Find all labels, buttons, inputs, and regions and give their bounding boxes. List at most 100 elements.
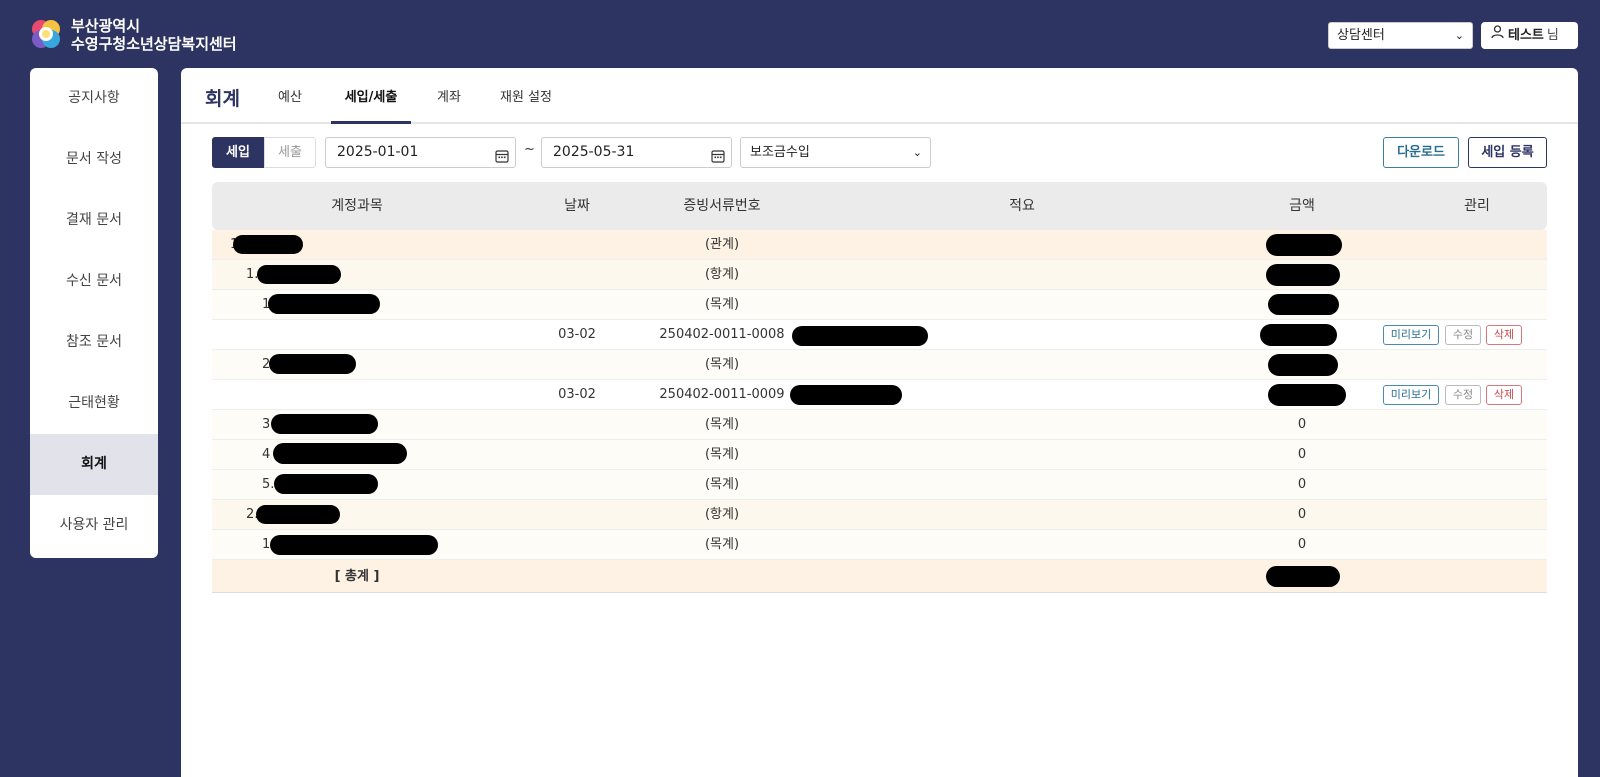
user-name: 테스트	[1508, 28, 1544, 43]
logo	[30, 18, 62, 50]
proof-cell: (목계)	[704, 297, 740, 312]
sidebar-item-notice[interactable]: 공지사항	[30, 68, 158, 129]
redacted-account	[271, 414, 378, 434]
tab-bar: 회계 예산 세입/세출 계좌 재원 설정	[181, 68, 1578, 124]
expense-toggle-button[interactable]: 세출	[264, 137, 316, 168]
amount-cell: 0	[1297, 507, 1307, 522]
proof-cell: (목계)	[704, 357, 740, 372]
sidebar-item-user-management[interactable]: 사용자 관리	[30, 495, 158, 556]
sidebar-item-received-doc[interactable]: 수신 문서	[30, 251, 158, 312]
edit-button[interactable]: 수정	[1445, 325, 1481, 345]
tab-budget[interactable]: 예산	[278, 86, 302, 124]
revenue-type-select[interactable]: 보조금수입 ⌄	[740, 137, 931, 168]
redacted-description	[790, 385, 902, 405]
table-row[interactable]: 1 (목계)	[212, 290, 1547, 320]
header-amount: 금액	[1289, 198, 1315, 214]
table-row[interactable]: 1 (목계) 0	[212, 530, 1547, 560]
amount-cell: 0	[1297, 417, 1307, 432]
table-header: 계정과목 날짜 증빙서류번호 적요 금액 관리	[212, 182, 1547, 230]
tab-income-expense[interactable]: 세입/세출	[331, 86, 411, 124]
proof-cell: (목계)	[704, 537, 740, 552]
center-select[interactable]: 상담센터 ⌄	[1328, 22, 1473, 49]
table-row[interactable]: 5. (목계) 0	[212, 470, 1547, 500]
sidebar: 공지사항 문서 작성 결재 문서 수신 문서 참조 문서 근태현황 회계 사용자…	[30, 68, 158, 558]
page-title: 회계	[205, 88, 240, 110]
redacted-amount	[1268, 354, 1338, 376]
redacted-account	[270, 535, 438, 555]
proof-cell: (목계)	[704, 477, 740, 492]
header-date: 날짜	[564, 198, 590, 214]
redacted-amount	[1268, 294, 1339, 315]
sidebar-item-approval-doc[interactable]: 결재 문서	[30, 190, 158, 251]
redacted-amount	[1268, 384, 1346, 406]
sidebar-item-attendance[interactable]: 근태현황	[30, 373, 158, 434]
sidebar-item-accounting[interactable]: 회계	[30, 434, 158, 495]
proof-cell: (목계)	[704, 417, 740, 432]
start-date-value: 2025-01-01	[337, 144, 419, 160]
start-date-input[interactable]: 2025-01-01	[325, 137, 516, 168]
table-row[interactable]: 1. (항계)	[212, 260, 1547, 290]
end-date-value: 2025-05-31	[553, 144, 635, 160]
main-panel: 회계 예산 세입/세출 계좌 재원 설정 세입 세출 2025-01-01 ~ …	[181, 68, 1578, 777]
org-name: 부산광역시 수영구청소년상담복지센터	[71, 17, 237, 53]
redacted-account	[269, 354, 356, 374]
account-prefix: 5.	[262, 477, 275, 492]
register-income-button[interactable]: 세입 등록	[1468, 137, 1547, 168]
delete-button[interactable]: 삭제	[1486, 325, 1522, 345]
delete-button[interactable]: 삭제	[1486, 385, 1522, 405]
table-row[interactable]: 1 (관계)	[212, 230, 1547, 260]
proof-cell: (관계)	[704, 237, 740, 252]
user-menu-button[interactable]: 테스트 님	[1481, 22, 1578, 49]
header-description: 적요	[1009, 198, 1035, 214]
total-row: [ 총계 ]	[212, 560, 1547, 593]
end-date-input[interactable]: 2025-05-31	[541, 137, 732, 168]
sidebar-item-reference-doc[interactable]: 참조 문서	[30, 312, 158, 373]
header-manage: 관리	[1464, 198, 1490, 214]
proof-cell: 250402-0011-0008	[659, 327, 785, 342]
table-row[interactable]: 03-02 250402-0011-0009 미리보기 수정 삭제	[212, 380, 1547, 410]
org-name-line1: 부산광역시	[71, 17, 141, 35]
download-button[interactable]: 다운로드	[1383, 137, 1459, 168]
account-prefix: 3	[262, 417, 271, 432]
redacted-account	[257, 265, 341, 284]
calendar-icon[interactable]	[711, 145, 725, 174]
amount-cell: 0	[1297, 537, 1307, 552]
redacted-amount	[1266, 264, 1340, 286]
preview-button[interactable]: 미리보기	[1383, 325, 1439, 345]
chevron-down-icon: ⌄	[912, 146, 922, 159]
table-row[interactable]: 3 (목계) 0	[212, 410, 1547, 440]
table-row[interactable]: 4 (목계) 0	[212, 440, 1547, 470]
revenue-type-value: 보조금수입	[750, 145, 810, 160]
redacted-amount	[1266, 234, 1342, 256]
org-name-line2: 수영구청소년상담복지센터	[71, 35, 237, 53]
redacted-account	[233, 235, 303, 254]
table-row[interactable]: 2. (항계) 0	[212, 500, 1547, 530]
date-separator: ~	[524, 142, 535, 157]
proof-cell: 250402-0011-0009	[659, 387, 785, 402]
sidebar-item-write-doc[interactable]: 문서 작성	[30, 129, 158, 190]
amount-cell: 0	[1297, 477, 1307, 492]
redacted-amount	[1266, 566, 1340, 587]
header-proof-no: 증빙서류번호	[683, 198, 761, 214]
calendar-icon[interactable]	[495, 145, 509, 174]
total-label: [ 총계 ]	[334, 569, 380, 584]
table-row[interactable]: 03-02 250402-0011-0008 미리보기 수정 삭제	[212, 320, 1547, 350]
redacted-account	[274, 474, 378, 494]
tab-account[interactable]: 계좌	[437, 86, 461, 124]
amount-cell: 0	[1297, 447, 1307, 462]
table-row[interactable]: 2 (목계)	[212, 350, 1547, 380]
account-prefix: 4	[262, 447, 271, 462]
proof-cell: (항계)	[704, 507, 740, 522]
chevron-down-icon: ⌄	[1454, 29, 1464, 42]
user-icon	[1491, 22, 1504, 49]
tab-fund-settings[interactable]: 재원 설정	[500, 86, 552, 124]
edit-button[interactable]: 수정	[1445, 385, 1481, 405]
income-toggle-button[interactable]: 세입	[212, 137, 264, 168]
proof-cell: (항계)	[704, 267, 740, 282]
preview-button[interactable]: 미리보기	[1383, 385, 1439, 405]
center-select-value: 상담센터	[1337, 28, 1385, 43]
date-cell: 03-02	[558, 387, 596, 402]
redacted-amount	[1260, 324, 1337, 346]
date-cell: 03-02	[558, 327, 596, 342]
proof-cell: (목계)	[704, 447, 740, 462]
